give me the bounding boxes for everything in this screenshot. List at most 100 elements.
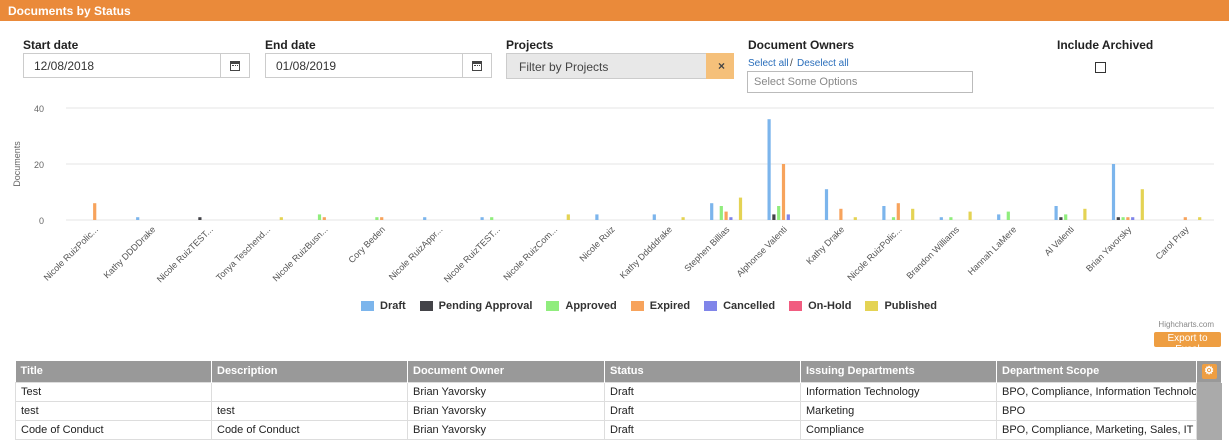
bar xyxy=(1198,217,1202,220)
bar xyxy=(93,203,97,220)
bar xyxy=(781,164,786,220)
column-header[interactable]: Description xyxy=(211,361,408,382)
table-row[interactable]: Test Brian Yavorsky Draft Information Techn… xyxy=(15,381,1222,402)
table-cell: Brian Yavorsky xyxy=(407,419,605,440)
legend-item[interactable]: Expired xyxy=(630,300,690,312)
column-header[interactable]: Department Scope xyxy=(996,361,1197,382)
legend-item[interactable]: Approved xyxy=(546,300,617,312)
bar xyxy=(1059,217,1063,220)
scrollbar-track[interactable] xyxy=(1196,419,1222,440)
bar xyxy=(939,217,943,220)
table-cell: BPO, Compliance, Marketing, Sales, IT xyxy=(996,419,1197,440)
x-tick-label: Nicole RuizAppr... xyxy=(387,224,445,282)
bar xyxy=(824,189,829,220)
bar xyxy=(786,214,790,220)
bar xyxy=(911,208,915,220)
table-cell: Compliance xyxy=(800,419,997,440)
x-tick-label: Nicole RuizCom... xyxy=(501,224,559,282)
bar xyxy=(777,206,781,220)
include-archived-label: Include Archived xyxy=(1057,38,1154,52)
legend-label: Published xyxy=(884,300,938,312)
start-date-input[interactable]: 12/08/2018 xyxy=(23,53,221,78)
bar xyxy=(1131,217,1135,220)
x-tick-label: Kathy DDDDrake xyxy=(102,224,158,280)
bar xyxy=(1121,217,1125,220)
x-tick-label: Carol Pray xyxy=(1154,224,1191,261)
scrollbar-track[interactable] xyxy=(1196,381,1222,402)
table-cell: Draft xyxy=(604,419,801,440)
legend-item[interactable]: Draft xyxy=(361,300,406,312)
documents-table: Title Description Document Owner Status Issu… xyxy=(15,361,1222,440)
end-date-calendar-button[interactable] xyxy=(462,53,492,78)
bar xyxy=(891,217,896,220)
bar xyxy=(853,217,857,220)
bar xyxy=(480,217,484,220)
document-owners-select[interactable]: Select Some Options xyxy=(747,71,973,93)
bar xyxy=(882,206,886,220)
column-header[interactable]: Document Owner xyxy=(407,361,605,382)
start-date-calendar-button[interactable] xyxy=(220,53,250,78)
bar xyxy=(595,214,599,220)
export-to-excel-button[interactable]: Export to Excel xyxy=(1154,332,1221,355)
legend-swatch xyxy=(361,301,374,311)
x-tick-label: Alphonse Valenti xyxy=(735,224,789,278)
legend-swatch xyxy=(789,301,803,311)
panel-title: Documents by Status xyxy=(0,0,1229,21)
calendar-icon xyxy=(230,60,240,71)
table-cell: test xyxy=(15,400,212,421)
bar xyxy=(1126,217,1130,220)
x-tick-label: Tonya Teschend... xyxy=(214,224,272,282)
bar xyxy=(729,217,733,220)
x-tick-label: Brandon Williams xyxy=(905,224,962,281)
legend-item[interactable]: Pending Approval xyxy=(419,300,532,312)
x-tick-label: Nicole RuizPolic... xyxy=(42,224,100,282)
bar xyxy=(839,208,843,220)
table-row[interactable]: Code of Conduct Code of Conduct Brian Yavo… xyxy=(15,419,1222,440)
table-cell xyxy=(211,381,408,402)
table-cell: Brian Yavorsky xyxy=(407,381,605,402)
x-tick-label: Nicole RuizPolic... xyxy=(845,224,903,282)
deselect-all-link[interactable]: Deselect all xyxy=(797,58,849,69)
bar xyxy=(1111,164,1116,220)
table-cell: Code of Conduct xyxy=(211,419,408,440)
bar xyxy=(423,217,427,220)
scrollbar-track[interactable] xyxy=(1196,400,1222,421)
legend-item[interactable]: Published xyxy=(865,300,937,312)
gear-icon[interactable]: ⚙ xyxy=(1201,363,1217,379)
x-tick-label: Cory Beden xyxy=(346,224,387,265)
table-cell: Marketing xyxy=(800,400,997,421)
x-tick-label: Al Valenti xyxy=(1042,224,1075,257)
legend-swatch xyxy=(865,301,879,311)
bar xyxy=(1006,211,1010,220)
bar xyxy=(1064,214,1068,220)
legend-item[interactable]: Cancelled xyxy=(704,300,775,312)
x-tick-label: Nicole RuizBusn... xyxy=(271,224,330,283)
table-cell: Information Technology xyxy=(800,381,997,402)
column-header[interactable]: Status xyxy=(604,361,801,382)
x-tick-label: Hannah LaMere xyxy=(966,224,1019,277)
table-row[interactable]: test test Brian Yavorsky Draft Marketing BPO xyxy=(15,400,1222,421)
column-header[interactable]: Issuing Departments xyxy=(800,361,997,382)
include-archived-checkbox[interactable] xyxy=(1095,62,1106,73)
projects-placeholder: Filter by Projects xyxy=(519,60,609,74)
table-cell: Draft xyxy=(604,400,801,421)
legend-swatch xyxy=(419,301,433,311)
bar xyxy=(490,217,494,220)
table-cell: BPO xyxy=(996,400,1197,421)
column-header[interactable]: Title xyxy=(15,361,212,382)
table-cell: Draft xyxy=(604,381,801,402)
x-tick-label: Stephen Billias xyxy=(682,224,732,274)
table-cell: Test xyxy=(15,381,212,402)
bar xyxy=(136,217,140,220)
clear-projects-button[interactable]: × xyxy=(706,53,734,79)
bar xyxy=(380,217,384,220)
end-date-input[interactable]: 01/08/2019 xyxy=(265,53,463,78)
projects-filter[interactable]: Filter by Projects × xyxy=(506,53,734,79)
bar xyxy=(997,214,1001,220)
legend-label: Draft xyxy=(380,300,406,312)
x-tick-label: Brian Yavorsky xyxy=(1084,224,1134,274)
legend-item[interactable]: On-Hold xyxy=(789,300,851,312)
select-all-link[interactable]: Select all xyxy=(748,58,789,69)
bar xyxy=(1083,208,1087,220)
close-icon: × xyxy=(718,59,726,73)
